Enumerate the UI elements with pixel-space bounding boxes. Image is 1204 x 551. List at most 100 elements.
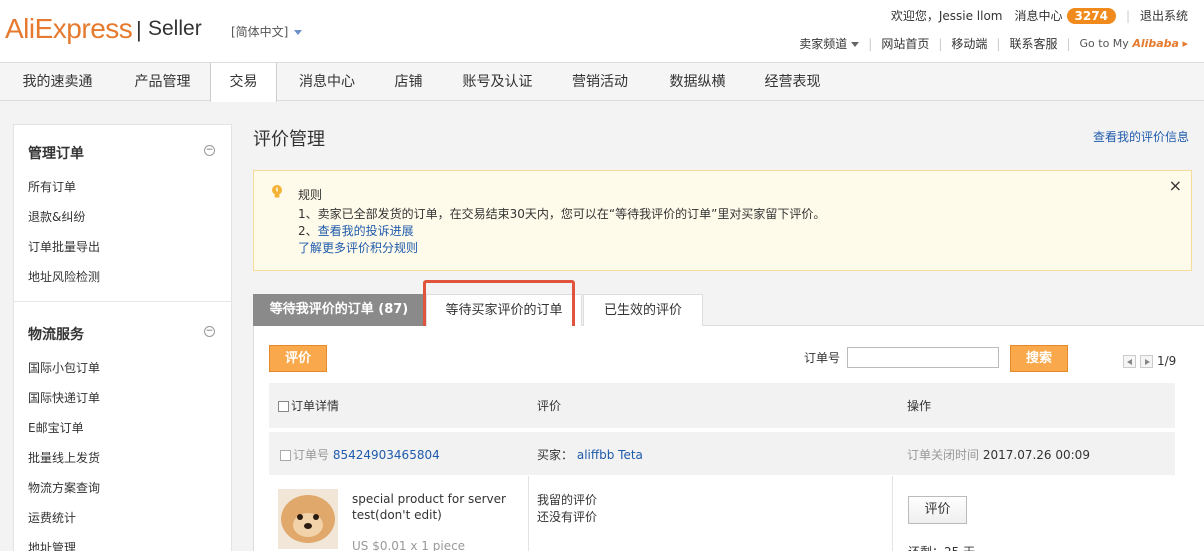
order-number-input[interactable] [847,347,999,368]
my-review-cell: 我留的评价 还没有评价 [537,492,597,526]
collapse-icon[interactable]: − [204,145,215,156]
message-count-badge[interactable]: 3274 [1066,7,1116,24]
sidebar-item-export[interactable]: 订单批量导出 [28,238,100,255]
notice-title: 规则 [298,188,323,202]
mobile-link[interactable]: 移动端 [951,35,987,52]
order-number-cell: 订单号 85424903465804 [280,446,440,463]
next-page-button[interactable] [1140,355,1153,368]
goto-prefix: Go to My [1079,37,1129,50]
divider [14,301,231,302]
column-divider [892,476,893,551]
welcome-text: 欢迎您，Jessie llom [890,9,1003,23]
buyer-cell: 买家： aliffbb Teta [537,446,643,463]
order-label: 订单号 [293,448,330,462]
page-title: 评价管理 [253,129,325,150]
chevron-right-icon [1145,359,1150,365]
divider: | [1066,36,1071,51]
buyer-label: 买家： [537,448,574,462]
header-actions: 操作 [907,399,932,413]
nav-store[interactable]: 店铺 [377,63,440,101]
product-price: US $0.01 x 1 piece [352,539,466,551]
lightbulb-icon [272,185,282,198]
divider: | [996,36,1001,51]
seller-channel-label: 卖家频道 [799,37,848,51]
nav-my-aliexpress[interactable]: 我的速卖通 [0,63,115,101]
sidebar-item-address-risk[interactable]: 地址风险检测 [28,268,100,285]
header-order-details-label: 订单详情 [291,399,340,413]
quick-links: 卖家频道 | 网站首页 | 移动端 | 联系客服 | Go to My Alib… [799,35,1188,52]
sidebar-item-all-orders[interactable]: 所有订单 [28,178,76,195]
buyer-name-link[interactable]: aliffbb Teta [577,448,643,462]
goto-my-alibaba-link[interactable]: Go to My Alibaba ▸ [1080,37,1188,50]
sidebar-item-refunds[interactable]: 退款&纠纷 [28,208,85,225]
order-number-link[interactable]: 85424903465804 [333,448,440,462]
complaint-progress-link[interactable]: 查看我的投诉进展 [318,224,414,238]
tab-awaiting-my-review[interactable]: 等待我评价的订单 (87) [253,294,425,326]
row-checkbox[interactable] [280,450,291,461]
divider: | [868,36,873,51]
header-review: 评价 [537,399,562,413]
close-icon[interactable]: × [1169,176,1182,195]
sidebar-item-address-management[interactable]: 地址管理 [28,539,76,551]
seller-label: Seller [148,17,202,40]
tab-effective-reviews[interactable]: 已生效的评价 [583,294,703,326]
chevron-down-icon [851,42,860,47]
order-number-label: 订单号 [804,351,841,365]
message-center-link[interactable]: 消息中心 [1015,7,1063,24]
nav-message-center[interactable]: 消息中心 [277,63,377,101]
contact-support-link[interactable]: 联系客服 [1009,35,1057,52]
nav-product-management[interactable]: 产品管理 [115,63,210,101]
my-review-value: 还没有评价 [537,510,598,524]
sidebar-group-logistics: 物流服务 [28,327,84,343]
divider: | [938,36,943,51]
alibaba-brand: Alibaba [1132,37,1179,50]
puppy-image [278,489,338,549]
sidebar-item-batch-ship[interactable]: 批量线上发货 [28,449,100,466]
rules-notice: 规则 1、卖家已全部发货的订单，在交易结束30天内，您可以在“等待我评价的订单”… [253,170,1192,271]
sidebar-item-epacket[interactable]: E邮宝订单 [28,419,84,436]
prev-page-button[interactable] [1123,355,1136,368]
sidebar-item-freight-stats[interactable]: 运费统计 [28,509,76,526]
sidebar: 管理订单 − 所有订单 退款&纠纷 订单批量导出 地址风险检测 物流服务 − 国… [13,124,232,551]
batch-review-button[interactable]: 评价 [269,345,327,372]
collapse-icon[interactable]: − [204,326,215,337]
select-all-checkbox[interactable] [278,401,289,412]
product-thumbnail[interactable] [278,489,338,549]
search-button[interactable]: 搜索 [1010,345,1068,372]
arrow-right-icon: ▸ [1182,37,1188,50]
closed-time-cell: 订单关闭时间 2017.07.26 00:09 [907,446,1090,463]
notice-rule-2: 2、查看我的投诉进展 [298,222,414,239]
view-my-reviews-link[interactable]: 查看我的评价信息 [1093,128,1189,145]
sidebar-item-logistics-query[interactable]: 物流方案查询 [28,479,100,496]
language-label: [简体中文] [231,25,289,39]
column-divider [528,476,529,551]
logo-separator: | [136,17,142,42]
page-indicator: 1/9 [1157,354,1177,368]
notice-rule-2-prefix: 2、 [298,224,318,238]
nav-marketing[interactable]: 营销活动 [555,63,645,101]
closed-time-value: 2017.07.26 00:09 [982,448,1090,462]
review-rules-link[interactable]: 了解更多评价积分规则 [298,239,418,256]
header-order-details: 订单详情 [278,397,339,414]
my-review-label: 我留的评价 [537,493,598,507]
nav-trade[interactable]: 交易 [210,63,277,102]
chevron-down-icon [294,30,303,35]
language-selector[interactable]: [简体中文] [231,23,303,40]
review-button[interactable]: 评价 [908,496,967,524]
aliexpress-logo[interactable]: AliExpress [5,13,133,45]
nav-account-verification[interactable]: 账号及认证 [440,63,555,101]
site-home-link[interactable]: 网站首页 [881,35,929,52]
table-header [269,383,1175,428]
nav-data[interactable]: 数据纵横 [645,63,750,101]
nav-performance[interactable]: 经营表现 [750,63,835,101]
seller-channel-menu[interactable]: 卖家频道 [799,35,860,52]
remaining-days: 还剩：25 天 [908,543,975,551]
product-title-link[interactable]: special product for server test(don't ed… [352,491,522,523]
sidebar-item-small-parcel[interactable]: 国际小包订单 [28,359,100,376]
account-bar: 欢迎您，Jessie llom 消息中心 3274 | 退出系统 [891,7,1188,24]
sidebar-item-express[interactable]: 国际快递订单 [28,389,100,406]
chevron-left-icon [1127,359,1132,365]
logout-link[interactable]: 退出系统 [1140,7,1188,24]
notice-rule-1: 1、卖家已全部发货的订单，在交易结束30天内，您可以在“等待我评价的订单”里对买… [298,207,826,221]
closed-time-label: 订单关闭时间 [907,448,980,462]
